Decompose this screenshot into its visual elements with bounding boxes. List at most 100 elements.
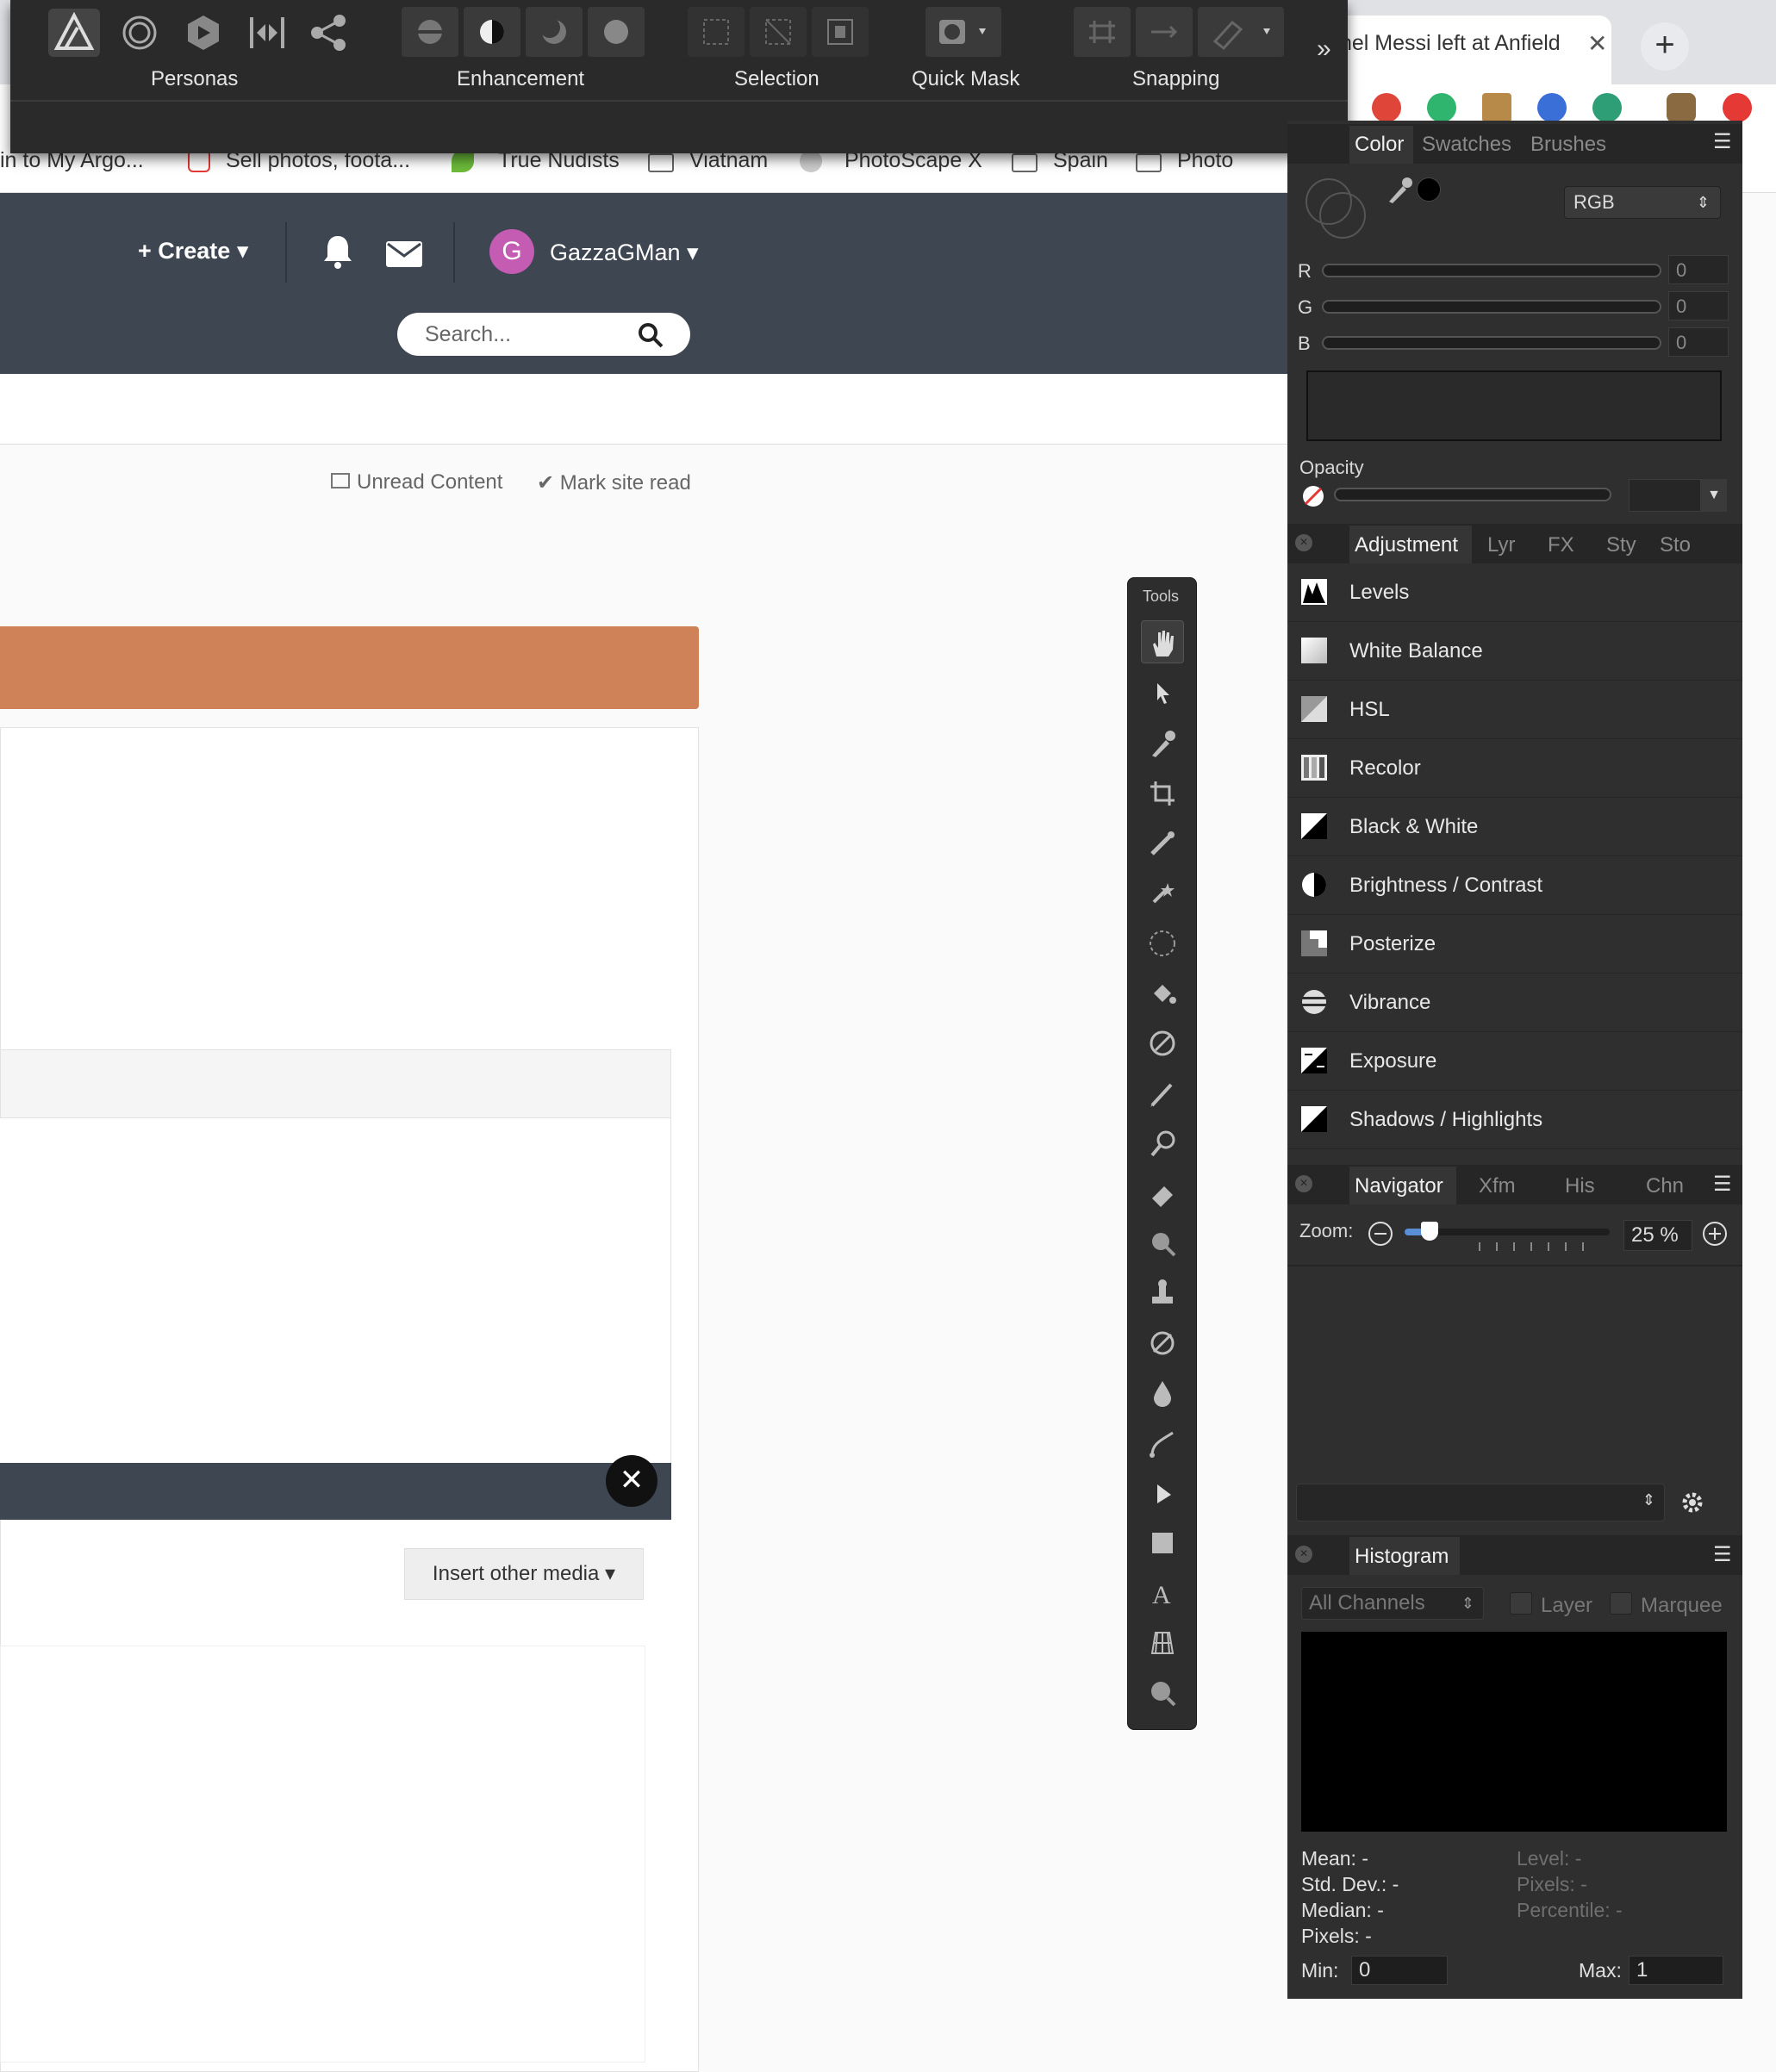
tab-adjustment[interactable]: Adjustment bbox=[1355, 533, 1458, 557]
photo-persona-icon[interactable] bbox=[48, 9, 100, 57]
pen-tool-icon[interactable] bbox=[1141, 1422, 1184, 1465]
adjustment-white-balance[interactable]: White Balance bbox=[1287, 622, 1742, 681]
tab-styles[interactable]: Sty bbox=[1606, 533, 1636, 557]
panel-menu-icon[interactable]: ☰ bbox=[1713, 129, 1732, 154]
crop-tool-icon[interactable] bbox=[1141, 772, 1184, 815]
paint-brush-tool-icon[interactable] bbox=[1141, 1072, 1184, 1115]
channel-b-slider[interactable] bbox=[1322, 336, 1661, 350]
marquee-tool-icon[interactable] bbox=[1141, 922, 1184, 965]
panel-close-icon[interactable]: × bbox=[1295, 1175, 1312, 1192]
snapping-move-icon[interactable] bbox=[1136, 7, 1193, 57]
snapping-grid-icon[interactable] bbox=[1074, 7, 1131, 57]
zoom-slider-thumb[interactable] bbox=[1421, 1222, 1439, 1241]
no-color-icon[interactable] bbox=[1301, 484, 1325, 508]
quick-mask-icon[interactable] bbox=[925, 7, 1001, 57]
tab-brushes[interactable]: Brushes bbox=[1530, 133, 1606, 157]
adjustment-black-white[interactable]: Black & White bbox=[1287, 798, 1742, 856]
node-tool-icon[interactable] bbox=[1141, 1472, 1184, 1515]
text-tool-icon[interactable]: A bbox=[1141, 1571, 1184, 1615]
adjustment-recolor[interactable]: Recolor bbox=[1287, 739, 1742, 798]
liquify-persona-icon[interactable] bbox=[114, 9, 165, 57]
color-mode-select[interactable]: RGB ⇕ bbox=[1564, 186, 1721, 219]
tab-color[interactable]: Color bbox=[1355, 133, 1404, 157]
channel-r-value[interactable]: 0 bbox=[1668, 255, 1729, 284]
tab-fx[interactable]: FX bbox=[1548, 533, 1574, 557]
zoom-tool-icon[interactable] bbox=[1141, 1671, 1184, 1714]
reply-area[interactable] bbox=[0, 1646, 645, 2063]
min-input[interactable]: 0 bbox=[1351, 1956, 1448, 1985]
opacity-dropdown-icon[interactable]: ▼ bbox=[1701, 479, 1727, 512]
red-eye-tool-icon[interactable] bbox=[1141, 1322, 1184, 1365]
tone-mapping-persona-icon[interactable] bbox=[241, 9, 293, 57]
tab-histogram[interactable]: Histogram bbox=[1355, 1545, 1449, 1569]
tab-channels[interactable]: Chn bbox=[1646, 1174, 1684, 1198]
clone-brush-tool-icon[interactable] bbox=[1141, 1272, 1184, 1315]
auto-color-icon[interactable] bbox=[526, 7, 583, 57]
toolbar-overflow-icon[interactable]: » bbox=[1317, 34, 1331, 64]
opacity-slider[interactable] bbox=[1334, 488, 1611, 501]
max-input[interactable]: 1 bbox=[1629, 1956, 1723, 1985]
channel-r-slider[interactable] bbox=[1322, 264, 1661, 277]
auto-white-balance-icon[interactable] bbox=[588, 7, 645, 57]
zoom-out-icon[interactable] bbox=[1367, 1220, 1394, 1248]
search-icon[interactable] bbox=[638, 322, 664, 348]
panel-menu-icon[interactable]: ☰ bbox=[1713, 1172, 1732, 1197]
erase-brush-tool-icon[interactable] bbox=[1141, 1172, 1184, 1215]
mark-site-read-link[interactable]: ✔ Mark site read bbox=[537, 470, 691, 495]
update-icon[interactable] bbox=[1723, 93, 1752, 122]
channel-g-slider[interactable] bbox=[1322, 300, 1661, 314]
histogram-channel-select[interactable]: All Channels ⇕ bbox=[1301, 1587, 1484, 1620]
bell-icon[interactable] bbox=[321, 234, 354, 269]
move-tool-icon[interactable] bbox=[1141, 672, 1184, 715]
export-persona-icon[interactable] bbox=[303, 9, 355, 57]
deselect-icon[interactable] bbox=[750, 7, 807, 57]
auto-contrast-icon[interactable] bbox=[464, 7, 520, 57]
insert-media-button[interactable]: Insert other media ▾ bbox=[404, 1548, 644, 1600]
tab-navigator[interactable]: Navigator bbox=[1355, 1174, 1443, 1198]
panel-close-icon[interactable]: × bbox=[1295, 1546, 1312, 1563]
mail-icon[interactable] bbox=[386, 241, 422, 267]
mesh-warp-tool-icon[interactable] bbox=[1141, 1621, 1184, 1664]
editor-body[interactable] bbox=[0, 1118, 671, 1463]
gradient-tool-icon[interactable] bbox=[1141, 1022, 1184, 1065]
select-all-icon[interactable] bbox=[688, 7, 745, 57]
color-picker-tool-icon[interactable] bbox=[1141, 722, 1184, 765]
user-menu[interactable]: GazzaGMan ▾ bbox=[550, 240, 699, 266]
tab-swatches[interactable]: Swatches bbox=[1422, 133, 1511, 157]
create-button[interactable]: + Create ▾ bbox=[138, 238, 248, 264]
opacity-value[interactable] bbox=[1629, 479, 1701, 512]
auto-levels-icon[interactable] bbox=[402, 7, 458, 57]
panel-close-icon[interactable]: × bbox=[1295, 534, 1312, 551]
channel-b-value[interactable]: 0 bbox=[1668, 327, 1729, 357]
flood-select-tool-icon[interactable] bbox=[1141, 872, 1184, 915]
layer-checkbox[interactable] bbox=[1510, 1592, 1532, 1615]
color-picker-icon[interactable] bbox=[1384, 176, 1413, 205]
invert-selection-icon[interactable] bbox=[812, 7, 869, 57]
color-wheel-icon[interactable] bbox=[1303, 176, 1370, 243]
zoom-in-icon[interactable] bbox=[1701, 1220, 1729, 1248]
panel-menu-icon[interactable]: ☰ bbox=[1713, 1542, 1732, 1567]
tab-stock[interactable]: Sto bbox=[1660, 533, 1691, 557]
selection-brush-tool-icon[interactable] bbox=[1141, 822, 1184, 865]
adjustment-posterize[interactable]: Posterize bbox=[1287, 915, 1742, 974]
close-icon[interactable]: ✕ bbox=[606, 1455, 657, 1507]
user-avatar[interactable]: G bbox=[489, 229, 534, 274]
current-color-swatch[interactable] bbox=[1417, 177, 1441, 202]
dodge-brush-tool-icon[interactable] bbox=[1141, 1122, 1184, 1165]
extension-icon[interactable] bbox=[1592, 93, 1622, 122]
zoom-value[interactable]: 25 % bbox=[1623, 1220, 1692, 1251]
tab-transform[interactable]: Xfm bbox=[1479, 1174, 1516, 1198]
adjustment-exposure[interactable]: Exposure bbox=[1287, 1032, 1742, 1091]
rectangle-tool-icon[interactable] bbox=[1141, 1521, 1184, 1565]
adjustment-levels[interactable]: Levels bbox=[1287, 563, 1742, 622]
hammer-extension-icon[interactable] bbox=[1482, 93, 1511, 122]
develop-persona-icon[interactable] bbox=[178, 9, 229, 57]
view-preset-select[interactable]: ⇕ bbox=[1296, 1484, 1665, 1521]
channel-g-value[interactable]: 0 bbox=[1668, 291, 1729, 320]
adjustment-hsl[interactable]: HSL bbox=[1287, 681, 1742, 739]
unread-content-link[interactable]: Unread Content bbox=[357, 470, 502, 495]
hand-tool-icon[interactable] bbox=[1141, 620, 1184, 663]
extension-icon[interactable] bbox=[1537, 93, 1567, 122]
adjustment-brightness-contrast[interactable]: Brightness / Contrast bbox=[1287, 856, 1742, 915]
blur-brush-tool-icon[interactable] bbox=[1141, 1222, 1184, 1265]
